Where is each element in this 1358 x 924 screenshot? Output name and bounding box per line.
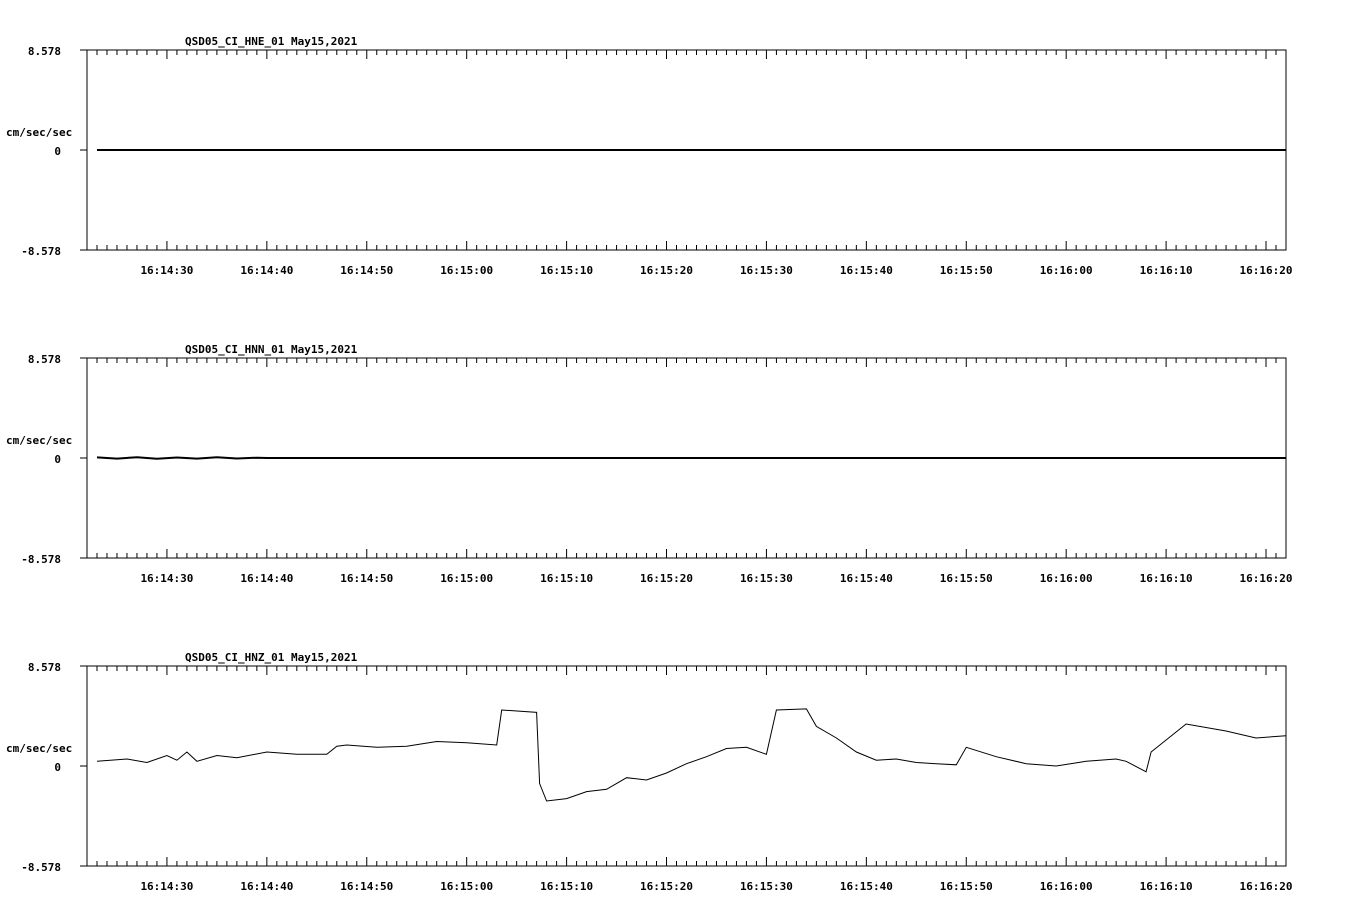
y-ticks (80, 357, 87, 559)
y-tick-label-top: 8.578 (28, 45, 61, 58)
y-tick-label-zero: 0 (54, 145, 61, 158)
x-axis: 16:14:30 16:14:40 16:14:50 16:15:00 16:15:10… (86, 666, 1293, 893)
y-axis-label: cm/sec/sec (6, 434, 72, 447)
y-tick-label-bottom: -8.578 (21, 553, 61, 566)
x-tick-label: 16:15:10 (540, 264, 593, 277)
y-tick-label-bottom: -8.578 (21, 245, 61, 258)
x-tick-label: 16:15:20 (640, 572, 693, 585)
x-tick-label: 16:15:00 (440, 880, 493, 893)
x-tick-label: 16:15:00 (440, 572, 493, 585)
x-tick-label: 16:15:40 (840, 880, 893, 893)
x-tick-label: 16:16:20 (1240, 572, 1293, 585)
plot-frame (86, 665, 1287, 867)
y-tick-label-zero: 0 (54, 761, 61, 774)
x-tick-label: 16:15:20 (640, 264, 693, 277)
x-tick-label: 16:15:20 (640, 880, 693, 893)
x-tick-label: 16:15:10 (540, 572, 593, 585)
trace-line (96, 708, 1287, 802)
x-tick-label: 16:16:20 (1240, 264, 1293, 277)
x-tick-label: 16:15:40 (840, 572, 893, 585)
y-ticks (80, 49, 87, 251)
x-tick-label: 16:15:40 (840, 264, 893, 277)
x-tick-label: 16:16:00 (1040, 264, 1093, 277)
y-ticks (80, 665, 87, 867)
x-tick-label: 16:15:50 (940, 264, 993, 277)
x-tick-label: 16:15:10 (540, 880, 593, 893)
panel-hnz: QSD05_CI_HNZ_01 May15,2021 cm/sec/sec 8.… (6, 651, 1293, 893)
x-tick-label: 16:14:50 (340, 572, 393, 585)
x-tick-label: 16:15:30 (740, 880, 793, 893)
x-tick-label: 16:15:50 (940, 572, 993, 585)
x-tick-label: 16:15:00 (440, 264, 493, 277)
x-tick-label: 16:15:30 (740, 572, 793, 585)
x-axis: 16:14:30 16:14:40 16:14:50 16:15:00 16:15:10… (86, 50, 1293, 277)
panel-hne: QSD05_CI_HNE_01 May15,2021 cm/sec/sec 8.… (6, 35, 1293, 277)
panel-hnn: QSD05_CI_HNN_01 May15,2021 cm/sec/sec 8.… (6, 343, 1293, 585)
x-tick-label: 16:16:00 (1040, 880, 1093, 893)
x-axis: 16:14:30 16:14:40 16:14:50 16:15:00 16:15:10… (86, 358, 1293, 585)
x-tick-label: 16:16:20 (1240, 880, 1293, 893)
y-tick-label-bottom: -8.578 (21, 861, 61, 874)
x-tick-label: 16:14:40 (240, 880, 293, 893)
x-tick-label: 16:16:00 (1040, 572, 1093, 585)
x-tick-label: 16:16:10 (1140, 264, 1193, 277)
x-tick-label: 16:14:30 (140, 572, 193, 585)
trace-line (96, 456, 1286, 460)
x-tick-label: 16:14:50 (340, 264, 393, 277)
y-axis-label: cm/sec/sec (6, 126, 72, 139)
seismogram-figure: QSD05_CI_HNE_01 May15,2021 cm/sec/sec 8.… (6, 35, 1293, 893)
panel-title: QSD05_CI_HNZ_01 May15,2021 (185, 651, 358, 664)
y-tick-label-zero: 0 (54, 453, 61, 466)
x-tick-label: 16:16:10 (1140, 572, 1193, 585)
x-tick-label: 16:15:30 (740, 264, 793, 277)
x-tick-label: 16:14:30 (140, 880, 193, 893)
x-tick-label: 16:14:30 (140, 264, 193, 277)
x-tick-label: 16:14:40 (240, 572, 293, 585)
x-tick-label: 16:15:50 (940, 880, 993, 893)
y-tick-label-top: 8.578 (28, 353, 61, 366)
panel-title: QSD05_CI_HNN_01 May15,2021 (185, 343, 358, 356)
y-axis-label: cm/sec/sec (6, 742, 72, 755)
panel-title: QSD05_CI_HNE_01 May15,2021 (185, 35, 358, 48)
x-tick-label: 16:16:10 (1140, 880, 1193, 893)
y-tick-label-top: 8.578 (28, 661, 61, 674)
x-tick-label: 16:14:50 (340, 880, 393, 893)
x-tick-label: 16:14:40 (240, 264, 293, 277)
